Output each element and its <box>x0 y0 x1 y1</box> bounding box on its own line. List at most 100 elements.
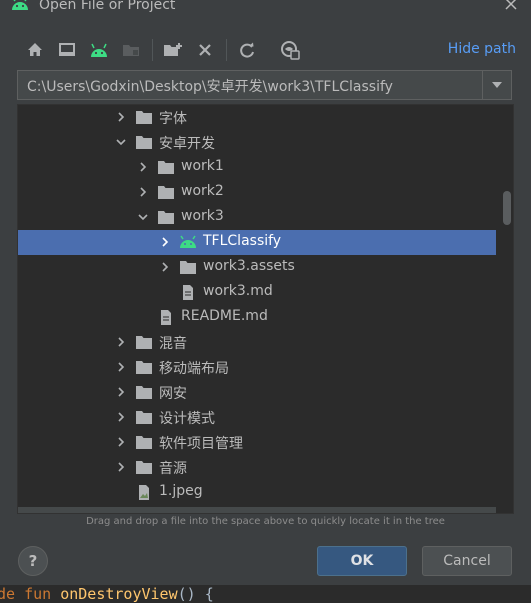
chevron-right-icon[interactable] <box>115 336 127 348</box>
tree-row[interactable]: 移动端布局 <box>18 355 496 380</box>
project-button[interactable] <box>88 39 110 61</box>
module-button[interactable] <box>120 39 142 61</box>
tree-row-label: 安卓开发 <box>159 136 215 152</box>
home-button[interactable] <box>24 39 46 61</box>
toolbar-separator <box>226 39 227 61</box>
ok-button[interactable]: OK <box>317 546 407 576</box>
chevron-right-icon[interactable] <box>115 461 127 473</box>
refresh-icon <box>240 42 254 58</box>
chevron-down-icon[interactable] <box>115 136 127 148</box>
folder-icon <box>158 161 174 174</box>
delete-button[interactable] <box>194 39 216 61</box>
hide-path-link[interactable]: Hide path <box>448 41 516 57</box>
chevron-down-icon <box>492 82 502 88</box>
tree-row[interactable]: 音源 <box>18 455 496 480</box>
home-icon <box>28 43 42 56</box>
module-icon <box>123 45 139 56</box>
android-project-icon <box>91 43 107 57</box>
folder-icon <box>136 461 152 474</box>
tree-row[interactable]: work2 <box>18 180 496 205</box>
tree-row[interactable]: TFLClassify <box>18 230 496 255</box>
delete-icon <box>199 44 211 56</box>
code-line: de fun onDestroyView() { <box>0 585 214 603</box>
code-keyword: de fun <box>0 585 61 603</box>
tree-row-label: 网安 <box>159 386 187 402</box>
folder-icon <box>136 436 152 449</box>
folder-icon <box>136 136 152 149</box>
folder-icon <box>180 261 196 274</box>
file-icon <box>183 285 193 300</box>
folder-icon <box>158 186 174 199</box>
dialog-title: Open File or Project <box>39 0 176 13</box>
tree-row-label: 移动端布局 <box>159 361 229 377</box>
folder-icon <box>158 211 174 224</box>
toolbar-separator <box>152 39 153 61</box>
tree-row[interactable]: 安卓开发 <box>18 130 496 155</box>
android-icon <box>180 235 196 248</box>
chevron-right-icon[interactable] <box>137 186 149 198</box>
background-editor: de fun onDestroyView() { <box>0 585 531 603</box>
file-tree[interactable]: 字体安卓开发 work1 work2 work3 TFLClassify work3.as… <box>17 104 514 514</box>
new-folder-button[interactable] <box>162 39 184 61</box>
desktop-icon <box>59 43 75 56</box>
tree-row[interactable]: 软件项目管理 <box>18 430 496 455</box>
tree-row[interactable]: work3.md <box>18 280 496 305</box>
tree-row-label: 音源 <box>159 461 187 477</box>
tree-horizontal-scrollbar[interactable] <box>18 507 496 513</box>
toolbar: Hide path <box>0 36 531 66</box>
tree-row-label: work3 <box>181 208 224 224</box>
tree-row[interactable]: 网安 <box>18 380 496 405</box>
folder-icon <box>136 111 152 124</box>
tree-row[interactable]: 1.jpeg <box>18 480 496 505</box>
chevron-right-icon[interactable] <box>159 261 171 273</box>
chevron-right-icon[interactable] <box>115 111 127 123</box>
tree-row-label: TFLClassify <box>203 233 282 249</box>
chevron-right-icon[interactable] <box>137 161 149 173</box>
tree-row-label: README.md <box>181 308 268 324</box>
title-bar: Open File or Project <box>0 0 531 18</box>
tree-row[interactable]: 字体 <box>18 105 496 130</box>
tree-row-label: work3.assets <box>203 258 295 274</box>
path-history-dropdown[interactable] <box>482 71 511 99</box>
help-button[interactable]: ? <box>18 546 48 576</box>
tree-row-label: 1.jpeg <box>159 483 203 499</box>
show-hidden-button[interactable] <box>279 39 301 61</box>
tree-row[interactable]: README.md <box>18 305 496 330</box>
chevron-right-icon[interactable] <box>115 436 127 448</box>
chevron-down-icon[interactable] <box>137 211 149 223</box>
code-rest: () { <box>177 585 214 603</box>
tree-row[interactable]: work3 <box>18 205 496 230</box>
file-icon <box>161 310 171 325</box>
chevron-right-icon[interactable] <box>115 361 127 373</box>
drag-drop-hint: Drag and drop a file into the space abov… <box>86 516 445 527</box>
new-folder-icon <box>164 43 182 56</box>
tree-row[interactable]: work3.assets <box>18 255 496 280</box>
tree-row-label: 设计模式 <box>159 411 215 427</box>
folder-icon <box>136 336 152 349</box>
code-function: onDestroyView <box>60 585 178 603</box>
chevron-right-icon[interactable] <box>159 236 171 248</box>
chevron-right-icon[interactable] <box>115 411 127 423</box>
folder-icon <box>136 386 152 399</box>
folder-icon <box>136 361 152 374</box>
refresh-button[interactable] <box>236 39 258 61</box>
tree-row[interactable]: 设计模式 <box>18 405 496 430</box>
tree-row-label: work3.md <box>203 283 273 299</box>
image-file-icon <box>139 485 149 500</box>
path-value[interactable]: C:\Users\Godxin\Desktop\安卓开发\work3\TFLCl… <box>27 76 393 96</box>
tree-scrollbar-thumb[interactable] <box>503 191 511 225</box>
tree-row-label: work2 <box>181 183 224 199</box>
desktop-button[interactable] <box>56 39 78 61</box>
tree-row-label: 软件项目管理 <box>159 436 243 452</box>
tree-row[interactable]: work1 <box>18 155 496 180</box>
tree-row-label: 混音 <box>159 336 187 352</box>
close-icon[interactable] <box>503 0 519 12</box>
android-icon <box>12 0 28 10</box>
chevron-right-icon[interactable] <box>115 386 127 398</box>
tree-row[interactable]: 混音 <box>18 330 496 355</box>
path-field[interactable]: C:\Users\Godxin\Desktop\安卓开发\work3\TFLCl… <box>17 70 512 100</box>
tree-row-label: work1 <box>181 158 224 174</box>
cancel-button[interactable]: Cancel <box>422 546 512 576</box>
tree-row-label: 字体 <box>159 111 187 127</box>
show-hidden-icon <box>281 41 300 60</box>
